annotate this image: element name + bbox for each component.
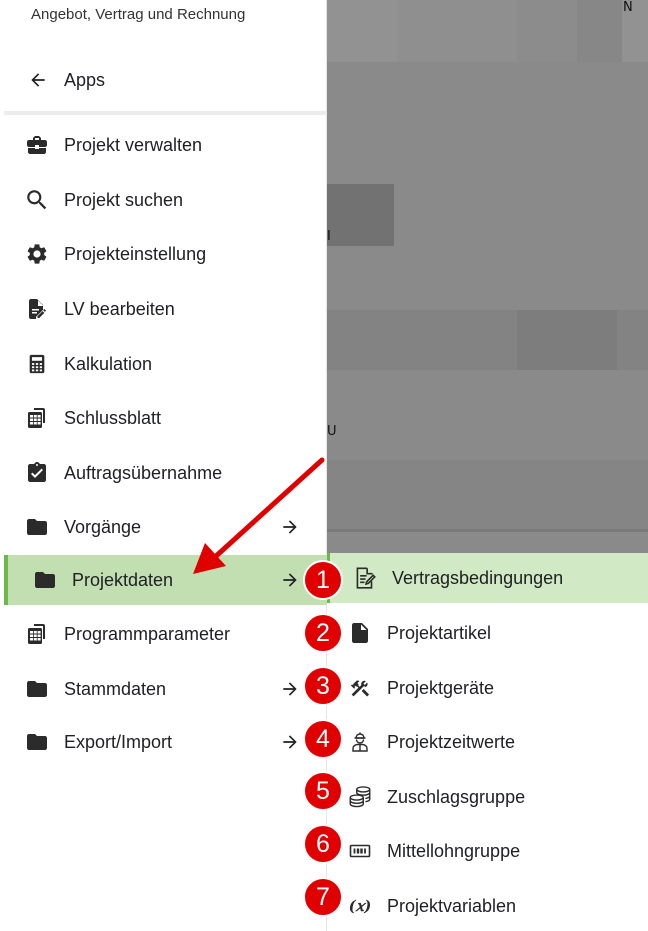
tools-icon [347,675,373,701]
background-app-overlay: N I U [327,0,648,553]
annotation-badge: 3 [303,666,343,706]
worker-icon [347,729,373,755]
submenu-item-projektartikel[interactable]: Projektartikel [327,608,648,658]
submenu-item-mittellohngruppe[interactable]: Mittellohngruppe [327,826,648,876]
nav-item-projekteinstellung[interactable]: Projekteinstellung [4,229,327,279]
annotation-badge: 5 [303,771,343,811]
briefcase-icon [24,132,50,158]
spreadsheet-icon [24,621,50,647]
calculator-icon [24,351,50,377]
clipboard-check-icon [24,460,50,486]
nav-label: Export/Import [64,731,173,752]
projektdaten-submenu: Vertragsbedingungen Projektartikel Proje… [327,553,648,931]
background-glyph: I [327,229,331,244]
nav-label: Stammdaten [64,678,167,699]
annotation-badge: 6 [303,824,343,864]
folder-icon [24,729,50,755]
submenu-item-projektvariablen[interactable]: (𝑥) Projektvariablen [327,881,648,931]
submenu-item-zuschlagsgruppe[interactable]: Zuschlagsgruppe [327,772,648,822]
folder-icon [32,567,58,593]
nav-item-lv-bearbeiten[interactable]: LV bearbeiten [4,284,327,334]
submenu-label: Projektartikel [387,622,492,643]
coins-icon [347,784,373,810]
submenu-label: Zuschlagsgruppe [387,786,526,807]
nav-item-projekt-suchen[interactable]: Projekt suchen [4,175,327,225]
nav-label: Schlussblatt [64,407,162,428]
arrow-right-icon [278,515,302,539]
arrow-left-icon [26,68,50,92]
submenu-label: Projektvariablen [387,895,517,916]
submenu-label: Mittellohngruppe [387,840,521,861]
nav-item-schlussblatt[interactable]: Schlussblatt [4,393,327,443]
nav-item-projektdaten[interactable]: Projektdaten [4,555,327,605]
search-icon [24,187,50,213]
annotation-badge: 7 [303,877,343,917]
submenu-item-projektzeitwerte[interactable]: Projektzeitwerte [327,717,648,767]
nav-item-export-import[interactable]: Export/Import [4,717,327,767]
folder-icon [24,676,50,702]
back-to-apps-button[interactable]: Apps [4,58,327,102]
nav-label: Projekt verwalten [64,134,203,155]
nav-label: Projektdaten [72,569,174,590]
annotation-badge: 2 [303,613,343,653]
nav-item-kalkulation[interactable]: Kalkulation [4,339,327,389]
arrow-right-icon [278,730,302,754]
nav-label: Vorgänge [64,516,142,537]
background-glyph: N [623,0,633,15]
nav-label: LV bearbeiten [64,298,175,319]
svg-text:(𝑥): (𝑥) [349,897,372,915]
nav-label: Auftragsübernahme [64,462,223,483]
nav-item-programmparameter[interactable]: Programmparameter [4,609,327,659]
nav-label: Kalkulation [64,353,153,374]
annotation-badge: 1 [303,560,343,600]
submenu-label: Projektzeitwerte [387,731,516,752]
annotation-badge: 4 [303,719,343,759]
background-glyph: U [327,424,337,439]
nav-item-projekt-verwalten[interactable]: Projekt verwalten [4,120,327,170]
gear-icon [24,241,50,267]
drawer-subtitle: Angebot, Vertrag und Rechnung [31,6,246,23]
submenu-item-vertragsbedingungen[interactable]: Vertragsbedingungen [327,553,648,603]
nav-label: Projekt suchen [64,189,184,210]
nav-label: Projekteinstellung [64,243,207,264]
submenu-label: Projektgeräte [387,677,495,698]
arrow-right-icon [278,568,302,592]
nav-item-stammdaten[interactable]: Stammdaten [4,664,327,714]
navigation-drawer: Angebot, Vertrag und Rechnung Apps Proje… [4,0,327,931]
submenu-label: Vertragsbedingungen [392,567,564,588]
submenu-item-projektgeraete[interactable]: Projektgeräte [327,663,648,713]
apps-label: Apps [64,69,106,90]
nav-item-auftragsuebernahme[interactable]: Auftragsübernahme [4,448,327,498]
nav-item-vorgaenge[interactable]: Vorgänge [4,502,327,552]
file-icon [347,620,373,646]
arrow-right-icon [278,677,302,701]
nav-label: Programmparameter [64,623,231,644]
spreadsheet-icon [24,405,50,431]
contract-edit-icon [352,565,378,591]
counter-icon [347,838,373,864]
folder-icon [24,514,50,540]
edit-document-icon [24,296,50,322]
variable-icon: (𝑥) [347,893,373,919]
divider [4,111,327,115]
